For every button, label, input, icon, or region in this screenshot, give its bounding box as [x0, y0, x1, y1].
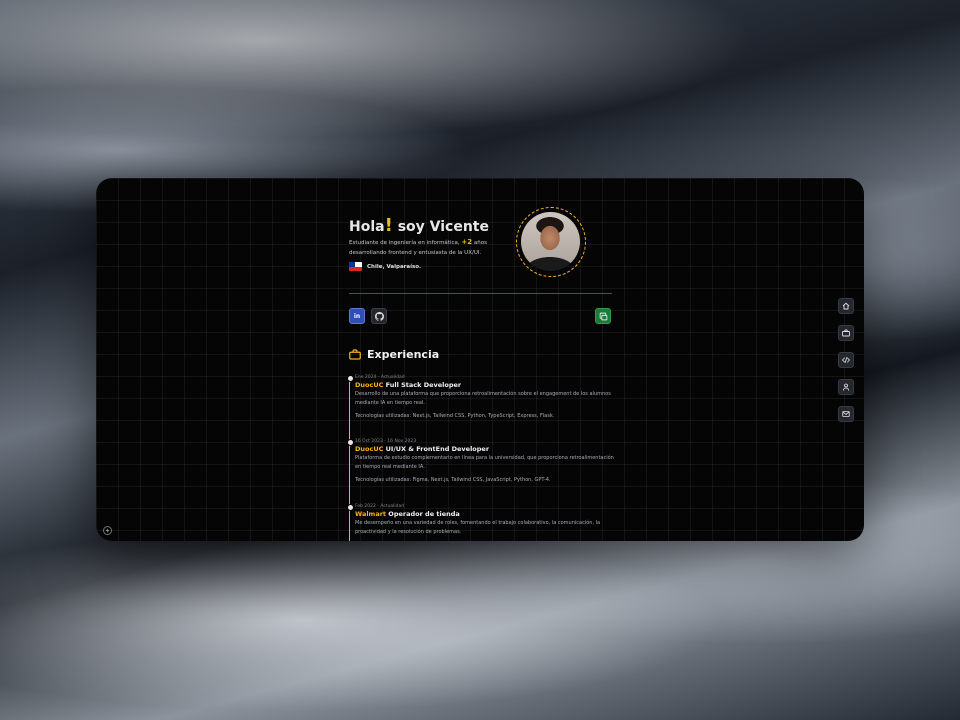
chile-flag-icon [349, 262, 362, 271]
hero-name: soy Vicente [397, 219, 489, 235]
bolt-icon [105, 528, 110, 533]
linkedin-button[interactable]: in [349, 308, 365, 324]
company-name: DuocUC [355, 445, 384, 453]
nav-contact-button[interactable] [838, 406, 854, 422]
timeline-dot [347, 439, 354, 446]
nav-experience-button[interactable] [838, 325, 854, 341]
timeline-description: Plataforma de estudio complementario en … [355, 455, 614, 470]
mail-icon [842, 411, 850, 417]
main-content: Hola! soy Vicente Estudiante de ingenier… [347, 178, 615, 541]
bio-part: Estudiante de ingeniería en informática, [349, 240, 462, 246]
timeline-dot [347, 375, 354, 382]
greeting-exclamation: ! [384, 215, 393, 236]
nav-projects-button[interactable] [838, 352, 854, 368]
role-title: UI/UX & FrontEnd Developer [383, 445, 490, 453]
linkedin-icon: in [353, 312, 361, 320]
divider [349, 293, 612, 294]
timeline-date: 16 Oct 2023 - 16 Nov 2023 [355, 439, 417, 444]
timeline-role: Walmart Operador de tienda [355, 510, 615, 519]
nav-about-button[interactable] [838, 379, 854, 395]
home-icon [842, 302, 850, 310]
timeline-description: Me desempeño en una variedad de roles, f… [355, 520, 601, 535]
role-title: Full Stack Developer [383, 381, 462, 389]
user-icon [842, 383, 850, 391]
briefcase-icon [349, 349, 361, 360]
briefcase-icon [842, 329, 850, 337]
timeline-tech: Tecnologías utilizadas: Next.js, Tailwin… [355, 413, 555, 419]
timeline-item: 16 Oct 2023 - 16 Nov 2023 DuocUC UI/UX &… [347, 438, 615, 484]
timeline-description: Desarrollo de una plataforma que proporc… [355, 391, 611, 406]
avatar-ring [516, 207, 586, 277]
company-name: DuocUC [355, 381, 384, 389]
company-name: Walmart [355, 510, 387, 518]
location: Chile, Valparaíso. [349, 262, 421, 271]
timeline-role: DuocUC Full Stack Developer [355, 381, 615, 390]
cv-download-icon [599, 312, 607, 320]
github-button[interactable] [371, 308, 387, 324]
timeline-tech: Tecnologías utilizadas: Figma, Next.js, … [355, 477, 551, 483]
greeting: Hola [349, 219, 385, 235]
experience-header: Experiencia [349, 348, 439, 361]
code-icon [842, 357, 850, 363]
github-icon [374, 311, 384, 321]
bio-text: Estudiante de ingeniería en informática,… [349, 238, 499, 258]
timeline-dot [347, 504, 354, 511]
timeline-item: Ene 2024 - Actualidad DuocUC Full Stack … [347, 374, 615, 420]
hero-title: Hola! soy Vicente [349, 215, 489, 236]
timeline-line [349, 376, 350, 541]
years-highlight: +2 [461, 238, 473, 246]
experience-title: Experiencia [367, 348, 440, 361]
timeline-date: Feb 2022 - Actualidad [355, 504, 405, 509]
timeline-date: Ene 2024 - Actualidad [355, 375, 405, 380]
portfolio-window: Hola! soy Vicente Estudiante de ingenier… [96, 178, 864, 541]
timeline-item: Feb 2022 - Actualidad Walmart Operador d… [347, 503, 615, 536]
location-text: Chile, Valparaíso. [367, 263, 422, 270]
cv-button[interactable] [595, 308, 611, 324]
avatar [521, 212, 580, 271]
timeline-role: DuocUC UI/UX & FrontEnd Developer [355, 445, 615, 454]
role-title: Operador de tienda [386, 510, 460, 518]
nav-home-button[interactable] [838, 298, 854, 314]
theme-toggle-button[interactable] [103, 526, 112, 535]
